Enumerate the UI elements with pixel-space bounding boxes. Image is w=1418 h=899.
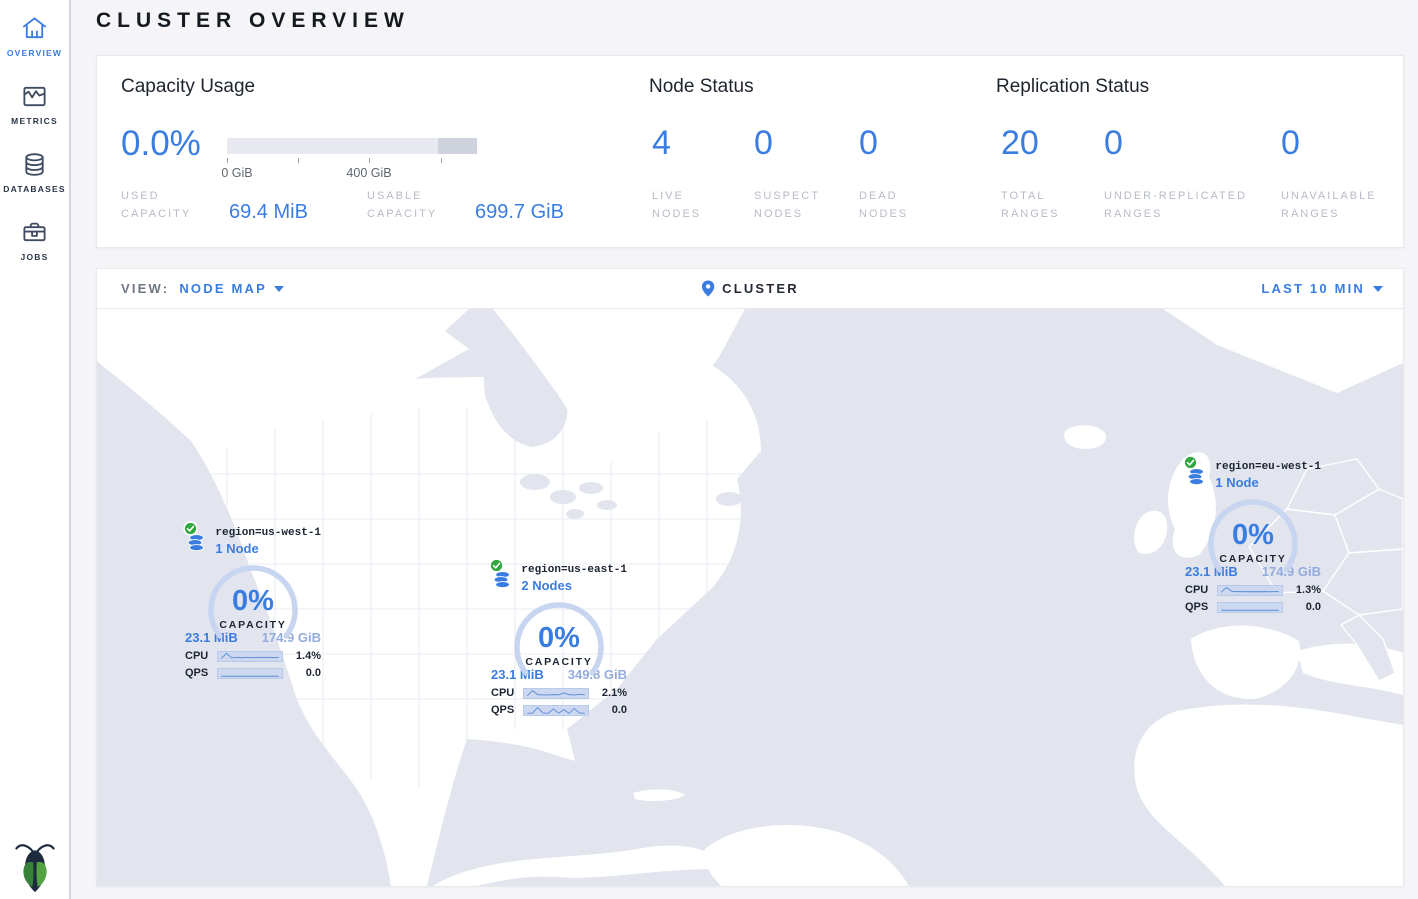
healthy-check-icon xyxy=(1183,455,1198,470)
locality-marker-us-east-1: region=us-east-1 2 Nodes 0% CAPACITY 23.… xyxy=(491,564,627,716)
qps-label: QPS xyxy=(185,667,217,679)
capacity-usage-bar: 0 GiB 400 GiB xyxy=(227,138,477,154)
unavailable-ranges-label: UNAVAILABLE RANGES xyxy=(1281,188,1406,223)
cpu-label: CPU xyxy=(1185,584,1217,596)
qps-sparkline xyxy=(217,668,283,679)
time-range-value: LAST 10 MIN xyxy=(1261,281,1365,296)
qps-sparkline xyxy=(1217,602,1283,613)
usable-capacity-label: USABLE CAPACITY xyxy=(367,188,471,223)
region-label: region=us-east-1 xyxy=(521,564,627,576)
location-pin-icon xyxy=(701,280,715,297)
cluster-summary-panel: Capacity Usage 0.0% 0 GiB 400 GiB USED C… xyxy=(96,55,1404,248)
view-bar: VIEW: NODE MAP CLUSTER LAST 10 MIN xyxy=(97,269,1403,309)
usable-capacity-stat: USABLE CAPACITY 699.7 GiB xyxy=(367,188,564,223)
sidebar-item-label: OVERVIEW xyxy=(7,48,62,58)
capacity-used-percent: 0.0% xyxy=(121,126,201,161)
sidebar-item-jobs[interactable]: JOBS xyxy=(0,204,69,272)
cpu-label: CPU xyxy=(185,650,217,662)
view-selector-value: NODE MAP xyxy=(179,281,267,296)
qps-value: 0.0 xyxy=(589,704,627,716)
cpu-value: 2.1% xyxy=(589,687,627,699)
suspect-nodes-label: SUSPECT NODES xyxy=(754,188,844,223)
capacity-label: CAPACITY xyxy=(206,619,300,631)
cpu-sparkline xyxy=(523,688,589,699)
chevron-down-icon xyxy=(1373,286,1383,292)
sidebar-item-databases[interactable]: DATABASES xyxy=(0,136,69,204)
cpu-value: 1.4% xyxy=(283,650,321,662)
capacity-percent: 0% xyxy=(1206,519,1300,552)
used-capacity-value: 69.4 MiB xyxy=(229,201,308,223)
capacity-axis-tick-400: 400 GiB xyxy=(346,166,391,180)
capacity-percent: 0% xyxy=(206,585,300,618)
breadcrumb-cluster[interactable]: CLUSTER xyxy=(701,280,799,297)
capacity-label: CAPACITY xyxy=(512,656,606,668)
breadcrumb-label: CLUSTER xyxy=(722,281,799,296)
locality-marker-eu-west-1: region=eu-west-1 1 Node 0% CAPACITY 23.1… xyxy=(1185,461,1321,613)
metrics-icon xyxy=(21,83,48,110)
dead-nodes-label: DEAD NODES xyxy=(859,188,939,223)
sidebar-item-overview[interactable]: OVERVIEW xyxy=(0,0,69,68)
nodes-link[interactable]: 2 Nodes xyxy=(521,578,627,593)
capacity-gauge: 0% CAPACITY xyxy=(1206,497,1300,573)
sidebar-item-label: METRICS xyxy=(11,116,58,126)
qps-sparkline xyxy=(523,705,589,716)
home-icon xyxy=(21,15,48,42)
node-map-panel: VIEW: NODE MAP CLUSTER LAST 10 MIN xyxy=(96,268,1404,887)
sidebar-item-label: DATABASES xyxy=(3,184,65,194)
healthy-check-icon xyxy=(183,521,198,536)
usable-capacity-value: 699.7 GiB xyxy=(475,201,564,223)
cpu-sparkline xyxy=(217,651,283,662)
view-selector-dropdown[interactable]: NODE MAP xyxy=(179,281,284,296)
node-status-title: Node Status xyxy=(649,76,754,98)
region-label: region=us-west-1 xyxy=(215,527,321,539)
unavailable-ranges-value: 0 xyxy=(1281,126,1300,160)
qps-value: 0.0 xyxy=(283,667,321,679)
under-replicated-ranges-value: 0 xyxy=(1104,126,1123,160)
total-ranges-value: 20 xyxy=(1001,126,1039,160)
sidebar-item-metrics[interactable]: METRICS xyxy=(0,68,69,136)
capacity-usage-title: Capacity Usage xyxy=(121,76,255,98)
cpu-value: 1.3% xyxy=(1283,584,1321,596)
sidebar: OVERVIEW METRICS DATABASES xyxy=(0,0,71,899)
capacity-axis-tick-0: 0 GiB xyxy=(221,166,252,180)
cpu-label: CPU xyxy=(491,687,523,699)
jobs-icon xyxy=(21,219,48,246)
main-content: CLUSTER OVERVIEW Capacity Usage 0.0% 0 G… xyxy=(73,0,1418,899)
region-label: region=eu-west-1 xyxy=(1215,461,1321,473)
nodes-link[interactable]: 1 Node xyxy=(215,541,321,556)
total-ranges-label: TOTAL RANGES xyxy=(1001,188,1091,223)
chevron-down-icon xyxy=(274,286,284,292)
healthy-check-icon xyxy=(489,558,504,573)
qps-label: QPS xyxy=(1185,601,1217,613)
cpu-sparkline xyxy=(1217,585,1283,596)
capacity-gauge: 0% CAPACITY xyxy=(512,600,606,676)
capacity-bar-reserved-segment xyxy=(438,138,477,154)
dead-nodes-value: 0 xyxy=(859,126,878,160)
capacity-gauge: 0% CAPACITY xyxy=(206,563,300,639)
view-label: VIEW: xyxy=(121,281,169,296)
used-capacity-label: USED CAPACITY xyxy=(121,188,225,223)
used-capacity-stat: USED CAPACITY 69.4 MiB xyxy=(121,188,308,223)
time-range-dropdown[interactable]: LAST 10 MIN xyxy=(1261,281,1383,296)
capacity-percent: 0% xyxy=(512,622,606,655)
nodes-link[interactable]: 1 Node xyxy=(1215,475,1321,490)
live-nodes-value: 4 xyxy=(652,126,671,160)
databases-icon xyxy=(21,151,48,178)
qps-label: QPS xyxy=(491,704,523,716)
suspect-nodes-value: 0 xyxy=(754,126,773,160)
capacity-label: CAPACITY xyxy=(1206,553,1300,565)
replication-status-title: Replication Status xyxy=(996,76,1149,98)
sidebar-item-label: JOBS xyxy=(21,252,49,262)
cockroachdb-logo xyxy=(13,841,57,893)
under-replicated-ranges-label: UNDER-REPLICATED RANGES xyxy=(1104,188,1269,223)
cluster-overview-page: OVERVIEW METRICS DATABASES xyxy=(0,0,1418,899)
live-nodes-label: LIVE NODES xyxy=(652,188,732,223)
locality-marker-us-west-1: region=us-west-1 1 Node 0% CAPACITY 23.1… xyxy=(185,527,321,679)
qps-value: 0.0 xyxy=(1283,601,1321,613)
world-map: region=us-west-1 1 Node 0% CAPACITY 23.1… xyxy=(97,309,1403,886)
page-title: CLUSTER OVERVIEW xyxy=(96,9,410,33)
